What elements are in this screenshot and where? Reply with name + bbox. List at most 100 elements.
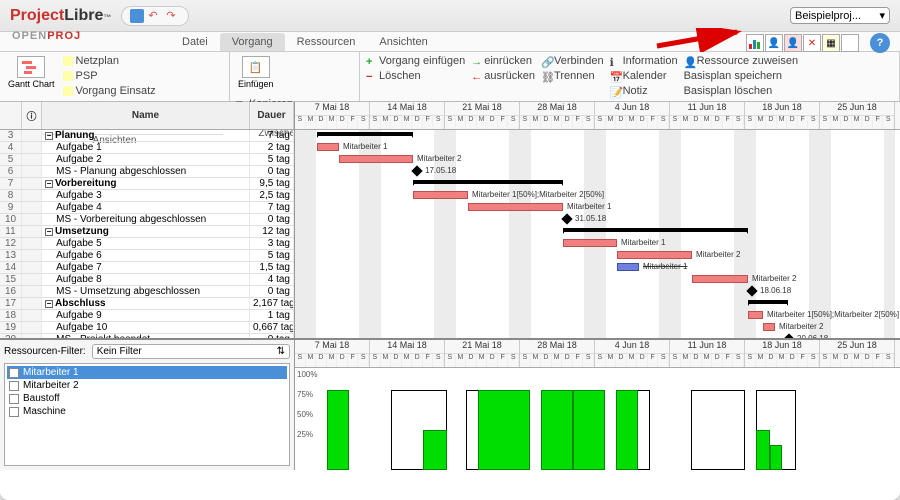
- resource-item[interactable]: Mitarbeiter 1: [7, 366, 287, 379]
- table-row[interactable]: 8 Aufgabe 32,5 tag: [0, 190, 294, 202]
- table-row[interactable]: 18 Aufgabe 91 tag: [0, 310, 294, 322]
- bar-aufgabe9[interactable]: [748, 311, 763, 319]
- table-row[interactable]: 9 Aufgabe 47 tag: [0, 202, 294, 214]
- summary-vorbereitung[interactable]: [413, 180, 563, 184]
- week-column: 21 Mai 18SMDMDFS: [445, 340, 520, 367]
- blank-view-icon[interactable]: [841, 34, 859, 52]
- table-row[interactable]: 11−Umsetzung12 tag: [0, 226, 294, 238]
- outdent-button[interactable]: ←ausrücken: [471, 69, 535, 83]
- table-row[interactable]: 17−Abschluss2,167 tag: [0, 298, 294, 310]
- label-aufgabe6: Mitarbeiter 2: [696, 250, 740, 259]
- vorgang-einsatz-button[interactable]: Vorgang Einsatz: [63, 84, 156, 98]
- week-column: 4 Jun 18SMDMDFS: [595, 340, 670, 367]
- table-row[interactable]: 15 Aufgabe 84 tag: [0, 274, 294, 286]
- calendar-icon: 📅: [610, 71, 620, 81]
- bar-aufgabe1[interactable]: [317, 143, 339, 151]
- week-column: 25 Jun 18SMDMDFS: [820, 340, 895, 367]
- undo-icon[interactable]: ↶: [148, 9, 162, 23]
- calendar-view-icon[interactable]: ▦: [822, 34, 840, 52]
- table-row[interactable]: 12 Aufgabe 53 tag: [0, 238, 294, 250]
- paste-button[interactable]: 📋 Einfügen: [236, 54, 276, 91]
- table-row[interactable]: 5 Aufgabe 25 tag: [0, 154, 294, 166]
- col-rownum[interactable]: [0, 102, 22, 129]
- resource-filter-select[interactable]: Kein Filter ⇅: [92, 344, 290, 359]
- checkbox-icon[interactable]: [9, 368, 19, 378]
- summary-umsetzung[interactable]: [563, 228, 748, 232]
- week-column: 18 Jun 18SMDMDFS: [745, 102, 820, 129]
- bar-aufgabe4[interactable]: [468, 203, 563, 211]
- resource-histogram[interactable]: 7 Mai 18SMDMDFS14 Mai 18SMDMDFS21 Mai 18…: [295, 340, 900, 470]
- bar-aufgabe8[interactable]: [692, 275, 748, 283]
- delete-task-button[interactable]: −Löschen: [366, 69, 465, 83]
- bar-aufgabe2[interactable]: [339, 155, 413, 163]
- resource-list[interactable]: Mitarbeiter 1Mitarbeiter 2BaustoffMaschi…: [4, 363, 290, 466]
- summary-abschluss[interactable]: [748, 300, 788, 304]
- table-row[interactable]: 20 MS - Projekt beendet0 tag: [0, 334, 294, 338]
- tracking-view-icon[interactable]: 👤: [784, 34, 802, 52]
- week-column: 7 Mai 18SMDMDFS: [295, 102, 370, 129]
- table-row[interactable]: 19 Aufgabe 100,667 tag: [0, 322, 294, 334]
- checkbox-icon[interactable]: [9, 381, 19, 391]
- table-row[interactable]: 6 MS - Planung abgeschlossen0 tag: [0, 166, 294, 178]
- bar-aufgabe7[interactable]: [617, 263, 639, 271]
- project-selector[interactable]: Beispielproj... ▾: [790, 7, 890, 24]
- menu-ressourcen[interactable]: Ressourcen: [285, 33, 368, 51]
- view-toolbar: 👤 👤 ✕ ▦ ?: [746, 33, 890, 53]
- menu-datei[interactable]: Datei: [170, 33, 220, 51]
- gantt-chart[interactable]: 7 Mai 18SMDMDFS14 Mai 18SMDMDFS21 Mai 18…: [295, 102, 900, 338]
- chart-view-icon[interactable]: [746, 34, 764, 52]
- resource-view-icon[interactable]: 👤: [765, 34, 783, 52]
- col-duration[interactable]: Dauer: [250, 102, 294, 129]
- label-aufgabe3: Mitarbeiter 1[50%];Mitarbeiter 2[50%]: [472, 190, 604, 199]
- resource-item[interactable]: Maschine: [7, 405, 287, 418]
- checkbox-icon[interactable]: [9, 407, 19, 417]
- menu-vorgang[interactable]: Vorgang: [220, 33, 285, 51]
- notes-button[interactable]: 📝Notiz: [610, 84, 678, 98]
- col-name[interactable]: Name: [42, 102, 250, 129]
- table-row[interactable]: 13 Aufgabe 65 tag: [0, 250, 294, 262]
- unlink-button[interactable]: ⛓Trennen: [541, 69, 604, 83]
- help-button[interactable]: ?: [870, 33, 890, 53]
- netzplan-button[interactable]: Netzplan: [63, 54, 156, 68]
- titlebar: ProjectLibre™ ↶ ↷ Beispielproj... ▾: [0, 0, 900, 32]
- task-table-body[interactable]: 3−Planung7 tag4 Aufgabe 12 tag5 Aufgabe …: [0, 130, 294, 338]
- save-baseline-button[interactable]: Basisplan speichern: [684, 69, 799, 83]
- resource-item[interactable]: Mitarbeiter 2: [7, 379, 287, 392]
- menu-ansichten[interactable]: Ansichten: [367, 33, 439, 51]
- insert-task-button[interactable]: +Vorgang einfügen: [366, 54, 465, 68]
- app-logo: ProjectLibre™: [10, 7, 111, 25]
- resource-item[interactable]: Baustoff: [7, 392, 287, 405]
- bar-aufgabe10[interactable]: [763, 323, 775, 331]
- ms-vorbereitung[interactable]: [561, 213, 572, 224]
- table-row[interactable]: 4 Aufgabe 12 tag: [0, 142, 294, 154]
- delete-baseline-button[interactable]: Basisplan löschen: [684, 84, 799, 98]
- psp-button[interactable]: PSP: [63, 69, 156, 83]
- gantt-chart-button[interactable]: Gantt Chart: [6, 54, 57, 91]
- calendar-button[interactable]: 📅Kalender: [610, 69, 678, 83]
- indent-button[interactable]: →einrücken: [471, 54, 535, 68]
- table-row[interactable]: 10 MS - Vorbereitung abgeschlossen0 tag: [0, 214, 294, 226]
- ylabel-25: 25%: [297, 430, 313, 439]
- delete-view-icon[interactable]: ✕: [803, 34, 821, 52]
- histo-bar: [423, 430, 447, 470]
- week-column: 11 Jun 18SMDMDFS: [670, 102, 745, 129]
- info-icon: ℹ: [610, 56, 620, 66]
- ms-planung[interactable]: [411, 165, 422, 176]
- table-row[interactable]: 7−Vorbereitung9,5 tag: [0, 178, 294, 190]
- checkbox-icon[interactable]: [9, 394, 19, 404]
- bar-aufgabe5[interactable]: [563, 239, 617, 247]
- col-indicator[interactable]: ⓘ: [22, 102, 42, 129]
- information-button[interactable]: ℹInformation: [610, 54, 678, 68]
- table-row[interactable]: 16 MS - Umsetzung abgeschlossen0 tag: [0, 286, 294, 298]
- bar-aufgabe3[interactable]: [413, 191, 468, 199]
- redo-icon[interactable]: ↷: [166, 9, 180, 23]
- task-table: ⓘ Name Dauer 3−Planung7 tag4 Aufgabe 12 …: [0, 102, 295, 338]
- save-icon[interactable]: [130, 9, 144, 23]
- assign-resource-button[interactable]: 👤Ressource zuweisen: [684, 54, 799, 68]
- summary-planung[interactable]: [317, 132, 413, 136]
- bar-aufgabe6[interactable]: [617, 251, 692, 259]
- table-row[interactable]: 3−Planung7 tag: [0, 130, 294, 142]
- link-button[interactable]: 🔗Verbinden: [541, 54, 604, 68]
- table-row[interactable]: 14 Aufgabe 71,5 tag: [0, 262, 294, 274]
- ms-projekt[interactable]: [783, 333, 794, 338]
